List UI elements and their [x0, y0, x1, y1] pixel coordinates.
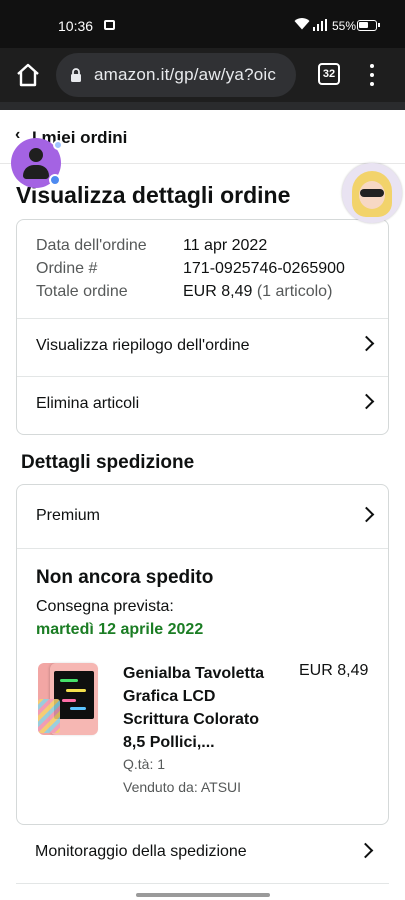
- user-head-icon: [29, 148, 43, 162]
- home-icon[interactable]: [14, 62, 42, 88]
- chevron-right-icon: [358, 506, 375, 523]
- tablet-drawing: [60, 679, 78, 682]
- product-title-link[interactable]: Genialba Tavoletta Grafica LCD Scrittura…: [123, 662, 283, 754]
- shipping-service-label: Premium: [36, 507, 101, 524]
- order-number-row: Ordine # 171-0925746-0265900: [36, 260, 345, 278]
- browser-toolbar: amazon.it/gp/aw/ya?oic 32: [0, 48, 405, 102]
- gesture-navigation-bar[interactable]: [136, 893, 270, 897]
- signal-icon: [313, 19, 327, 31]
- tablet-drawing: [66, 689, 86, 692]
- chevron-right-icon: [358, 335, 375, 352]
- order-number-label: Ordine #: [36, 260, 98, 277]
- chevron-left-icon: ‹: [15, 126, 21, 143]
- product-image[interactable]: [36, 659, 100, 739]
- order-total-row: Totale ordine EUR 8,49 (1 articolo): [36, 283, 332, 301]
- breadcrumb[interactable]: ‹ I miei ordini: [0, 110, 405, 164]
- sticker-sheet: [38, 699, 60, 733]
- floating-profile-avatar[interactable]: [11, 138, 63, 188]
- view-order-summary-label: Visualizza riepilogo dell'ordine: [36, 337, 250, 354]
- expected-delivery-label: Consegna prevista:: [36, 598, 174, 615]
- delete-items-label: Elimina articoli: [36, 395, 140, 412]
- shipping-card: Premium Non ancora spedito Consegna prev…: [16, 484, 389, 825]
- product-quantity: Q.tà: 1: [123, 756, 166, 772]
- toolbar-divider: [0, 102, 405, 110]
- lock-icon: [68, 67, 84, 83]
- status-bar: 10:36 55%: [0, 0, 405, 48]
- order-date-row: Data dell'ordine 11 apr 2022: [36, 237, 267, 255]
- order-number-value: 171-0925746-0265900: [183, 260, 345, 277]
- product-seller: Venduto da: ATSUI: [123, 779, 242, 795]
- order-summary-card: Data dell'ordine 11 apr 2022 Ordine # 17…: [16, 219, 389, 435]
- track-shipment-link[interactable]: Monitoraggio della spedizione: [16, 824, 389, 884]
- order-total-amount: EUR 8,49: [183, 283, 253, 300]
- shipping-section-title: Dettagli spedizione: [21, 452, 195, 473]
- tab-switcher-button[interactable]: 32: [318, 63, 340, 85]
- floating-chat-head-avatar[interactable]: [342, 163, 402, 223]
- product-price: EUR 8,49: [299, 662, 369, 679]
- chevron-right-icon: [357, 842, 374, 859]
- battery-percentage: 55%: [332, 19, 357, 33]
- avatar-glasses: [360, 189, 384, 197]
- tablet-drawing: [70, 707, 86, 710]
- delete-items-link[interactable]: Elimina articoli: [17, 376, 388, 434]
- expected-delivery-date: martedì 12 aprile 2022: [36, 621, 204, 638]
- chat-badge-icon: [49, 174, 61, 186]
- address-bar[interactable]: amazon.it/gp/aw/ya?oic: [56, 53, 296, 97]
- notification-icon: [104, 20, 115, 30]
- tablet-drawing: [62, 699, 76, 702]
- order-date-label: Data dell'ordine: [36, 237, 147, 254]
- shipment-status: Non ancora spedito: [36, 567, 214, 588]
- track-shipment-label: Monitoraggio della spedizione: [35, 843, 247, 860]
- order-date-value: 11 apr 2022: [183, 237, 268, 254]
- chevron-right-icon: [358, 393, 375, 410]
- more-options-icon[interactable]: [364, 62, 380, 88]
- status-dot: [53, 140, 63, 150]
- view-order-summary-link[interactable]: Visualizza riepilogo dell'ordine: [17, 318, 388, 376]
- order-total-value: EUR 8,49 (1 articolo): [183, 283, 332, 301]
- user-body-icon: [23, 165, 49, 179]
- page-title: Visualizza dettagli ordine: [16, 182, 291, 208]
- url-text: amazon.it/gp/aw/ya?oic: [94, 65, 277, 84]
- shipping-service-link[interactable]: Premium: [17, 485, 388, 548]
- shipment-block: Non ancora spedito Consegna prevista: ma…: [17, 548, 388, 824]
- battery-icon: [357, 20, 380, 31]
- order-item-count: (1 articolo): [256, 283, 333, 300]
- order-total-label: Totale ordine: [36, 283, 128, 300]
- wifi-icon: [294, 17, 310, 33]
- clock: 10:36: [58, 18, 94, 34]
